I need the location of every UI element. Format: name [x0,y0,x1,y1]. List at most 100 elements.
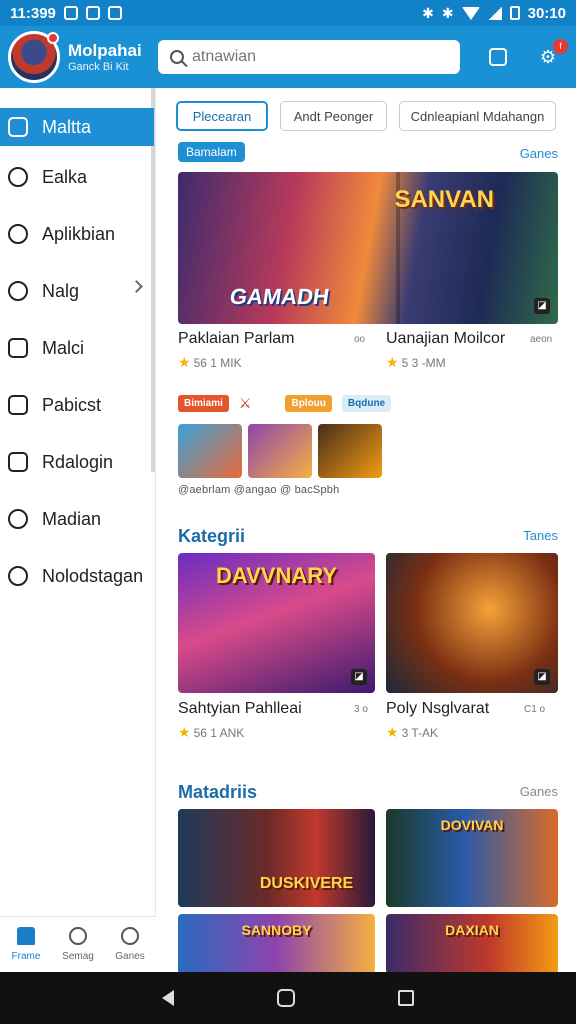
sidebar-item-malci[interactable]: Malci [0,322,155,374]
sidebar-item-pabicst[interactable]: Pabicst [0,379,155,431]
bottom-nav-frame[interactable]: Frame [0,917,52,972]
signal-icon [487,6,502,20]
home-icon [17,927,35,945]
see-all-link[interactable]: Ganes [520,784,558,799]
see-all-link[interactable]: Ganes [520,146,558,161]
search-bar[interactable] [158,40,460,74]
mini-game-thumb[interactable] [178,424,242,478]
chip-cdnleapianl[interactable]: Cdnleapianl Mdahangn [399,101,556,131]
wifi-icon [461,6,480,20]
sidebar-item-label: Pabicst [42,394,102,415]
chip-plecearan[interactable]: Plecearan [176,101,268,131]
sidebar-item-maltta[interactable]: Maltta [0,108,154,146]
share-button[interactable] [486,45,510,69]
rating-text: 56 1 MIK [193,356,242,370]
notifications-button[interactable]: ⚙ f [536,39,568,69]
sidebar-item-label: Aplikbian [42,223,116,244]
gear-icon [8,281,28,301]
section-title-kategori: Kategrii [178,526,246,546]
sidebar-item-label: Nolodstagan [42,565,144,586]
rating-text: 3 T-AK [401,726,439,740]
game-tile[interactable]: DAXIAN [386,914,558,972]
sidebar-item-ealka[interactable]: Ealka [0,151,155,203]
app-name: Molpahai [68,41,142,60]
bottom-nav-semag[interactable]: Semag [52,917,104,972]
wallet-icon [8,338,28,358]
home-button-icon[interactable] [276,989,295,1007]
bottom-nav-label: Semag [62,951,94,962]
brand: Molpahai Ganck Bi Kit [68,41,150,73]
sidebar-item-label: Madian [42,508,102,529]
mini-games-row [178,424,382,478]
rating-text: 5 3 -MM [401,356,446,370]
square-icon [8,395,28,415]
system-nav-bar [0,972,576,1024]
game-tile[interactable]: SANNOBY [178,914,375,972]
sidebar-item-nolodstagan[interactable]: Nolodstagan [0,550,155,602]
search-input[interactable] [192,48,432,66]
sidebar-item-label: Malci [42,337,85,358]
expand-icon: ◪ [534,669,550,685]
card-title[interactable]: Uanajian Moilcor [386,330,505,348]
game-tile[interactable]: DOVIVAN [386,809,558,907]
banner-logo-left: GAMADH [228,284,331,309]
check-icon [69,927,87,945]
recents-icon[interactable] [398,990,415,1006]
notification-icon [85,6,100,20]
sidebar-item-nalg[interactable]: Nalg [0,265,155,317]
search-icon [170,50,184,64]
vibrate-icon: ✱ [441,4,454,21]
game-tile[interactable]: ◪ [386,553,558,693]
card-rating: ★ 3 T-AK [386,724,438,741]
sidebar-item-label: Ealka [42,166,88,187]
filter-chips: Plecearan Andt Peonger Cdnleapianl Mdaha… [176,101,556,131]
sidebar-item-aplikbian[interactable]: Aplikbian [0,208,155,260]
card-title[interactable]: Poly Nsglvarat [386,700,489,718]
card-side-text: C1 o [524,704,546,715]
mini-game-thumb[interactable] [248,424,312,478]
section-pill: Bamalam [178,142,245,162]
bottom-nav-ganes[interactable]: Ganes [104,917,156,972]
battery-icon [509,6,520,20]
back-icon[interactable] [161,990,174,1006]
app-header: Molpahai Ganck Bi Kit ⚙ f [0,26,576,88]
face-icon [8,452,28,472]
tile-logo: DAVVNARY [215,563,337,588]
sidebar-item-label: Rdalogin [42,451,114,472]
section-title-matadriis: Matadriis [178,782,258,802]
card-side-text: 3 o [354,704,368,715]
game-tile[interactable]: DAVVNARY ◪ [178,553,375,693]
bottom-nav: Frame Semag Ganes [0,916,156,972]
card-rating: ★ 56 1 ANK [178,724,244,741]
sidebar-item-label: Nalg [42,280,80,301]
bottom-nav-label: Frame [11,951,41,962]
status-time: 11:399 [10,4,56,22]
star-icon: ★ [178,354,191,370]
tile-logo: DOVIVAN [440,817,504,833]
mini-game-thumb[interactable] [318,424,382,478]
chat-icon [8,224,28,244]
notification-icon [63,6,78,20]
chip-andt-peonger[interactable]: Andt Peonger [280,101,387,131]
notification-badge: f [553,39,568,54]
mini-badges: Bimiami ⚔ Bplouu Bqdune [178,395,392,412]
game-tile[interactable]: DUSKIVERE [178,809,375,907]
main-content: Plecearan Andt Peonger Cdnleapianl Mdaha… [164,88,568,972]
sidebar-item-label: Maltta [42,116,92,137]
avatar[interactable] [8,31,60,83]
sidebar-item-rdalogin[interactable]: Rdalogin [0,436,155,488]
bluetooth-icon: ✱ [422,4,434,21]
card-title[interactable]: Paklaian Parlam [178,330,295,348]
card-rating: ★ 5 3 -MM [386,354,446,371]
card-title[interactable]: Sahtyian Pahlleai [178,700,302,718]
share-icon [489,48,507,66]
see-all-link[interactable]: Tanes [523,528,558,543]
app-subtitle: Ganck Bi Kit [68,61,129,73]
notification-icon [107,6,122,20]
mini-badge: Bqdune [341,395,392,412]
featured-banner[interactable]: GAMADH SANVAN ◪ [178,172,558,324]
grid-icon [8,117,28,137]
sidebar-item-madian[interactable]: Madian [0,493,155,545]
mini-badge: Bplouu [285,395,332,412]
status-battery-text: 30:10 [527,4,566,22]
